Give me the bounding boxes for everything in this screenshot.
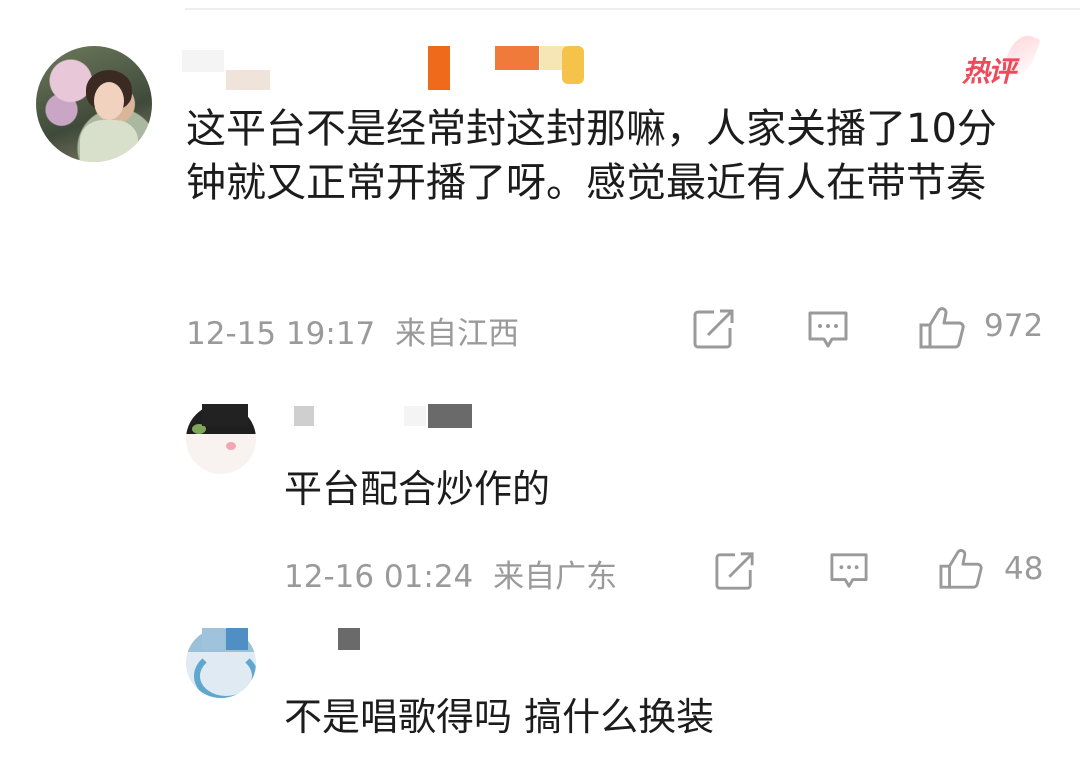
- like-count: 972: [984, 308, 1044, 344]
- comment-icon[interactable]: [806, 310, 850, 350]
- hot-comment-badge: 热评: [962, 55, 1016, 88]
- thumbs-up-icon[interactable]: [918, 306, 966, 350]
- thumbs-up-icon[interactable]: [938, 548, 984, 590]
- comment-time: 12-15 19:17: [186, 316, 376, 352]
- comment-text: 这平台不是经常封这封那嘛，人家关播了10分钟就又正常开播了呀。感觉最近有人在带节…: [186, 106, 997, 206]
- comment-location: 来自江西: [395, 316, 520, 352]
- share-icon[interactable]: [692, 308, 736, 350]
- reply-text: 不是唱歌得吗 搞什么换装: [284, 695, 715, 739]
- reply-text: 平台配合炒作的: [284, 467, 551, 511]
- reply-time: 12-16 01:24: [284, 559, 474, 595]
- comment-meta: 12-15 19:17 来自江西: [186, 308, 519, 353]
- like-count: 48: [1004, 551, 1044, 587]
- user-avatar[interactable]: [36, 46, 152, 162]
- reply-location: 来自广东: [493, 559, 618, 595]
- comment-icon[interactable]: [828, 552, 870, 590]
- top-divider: [185, 8, 1080, 10]
- reply-meta: 12-16 01:24 来自广东: [284, 551, 617, 596]
- share-icon[interactable]: [714, 551, 756, 591]
